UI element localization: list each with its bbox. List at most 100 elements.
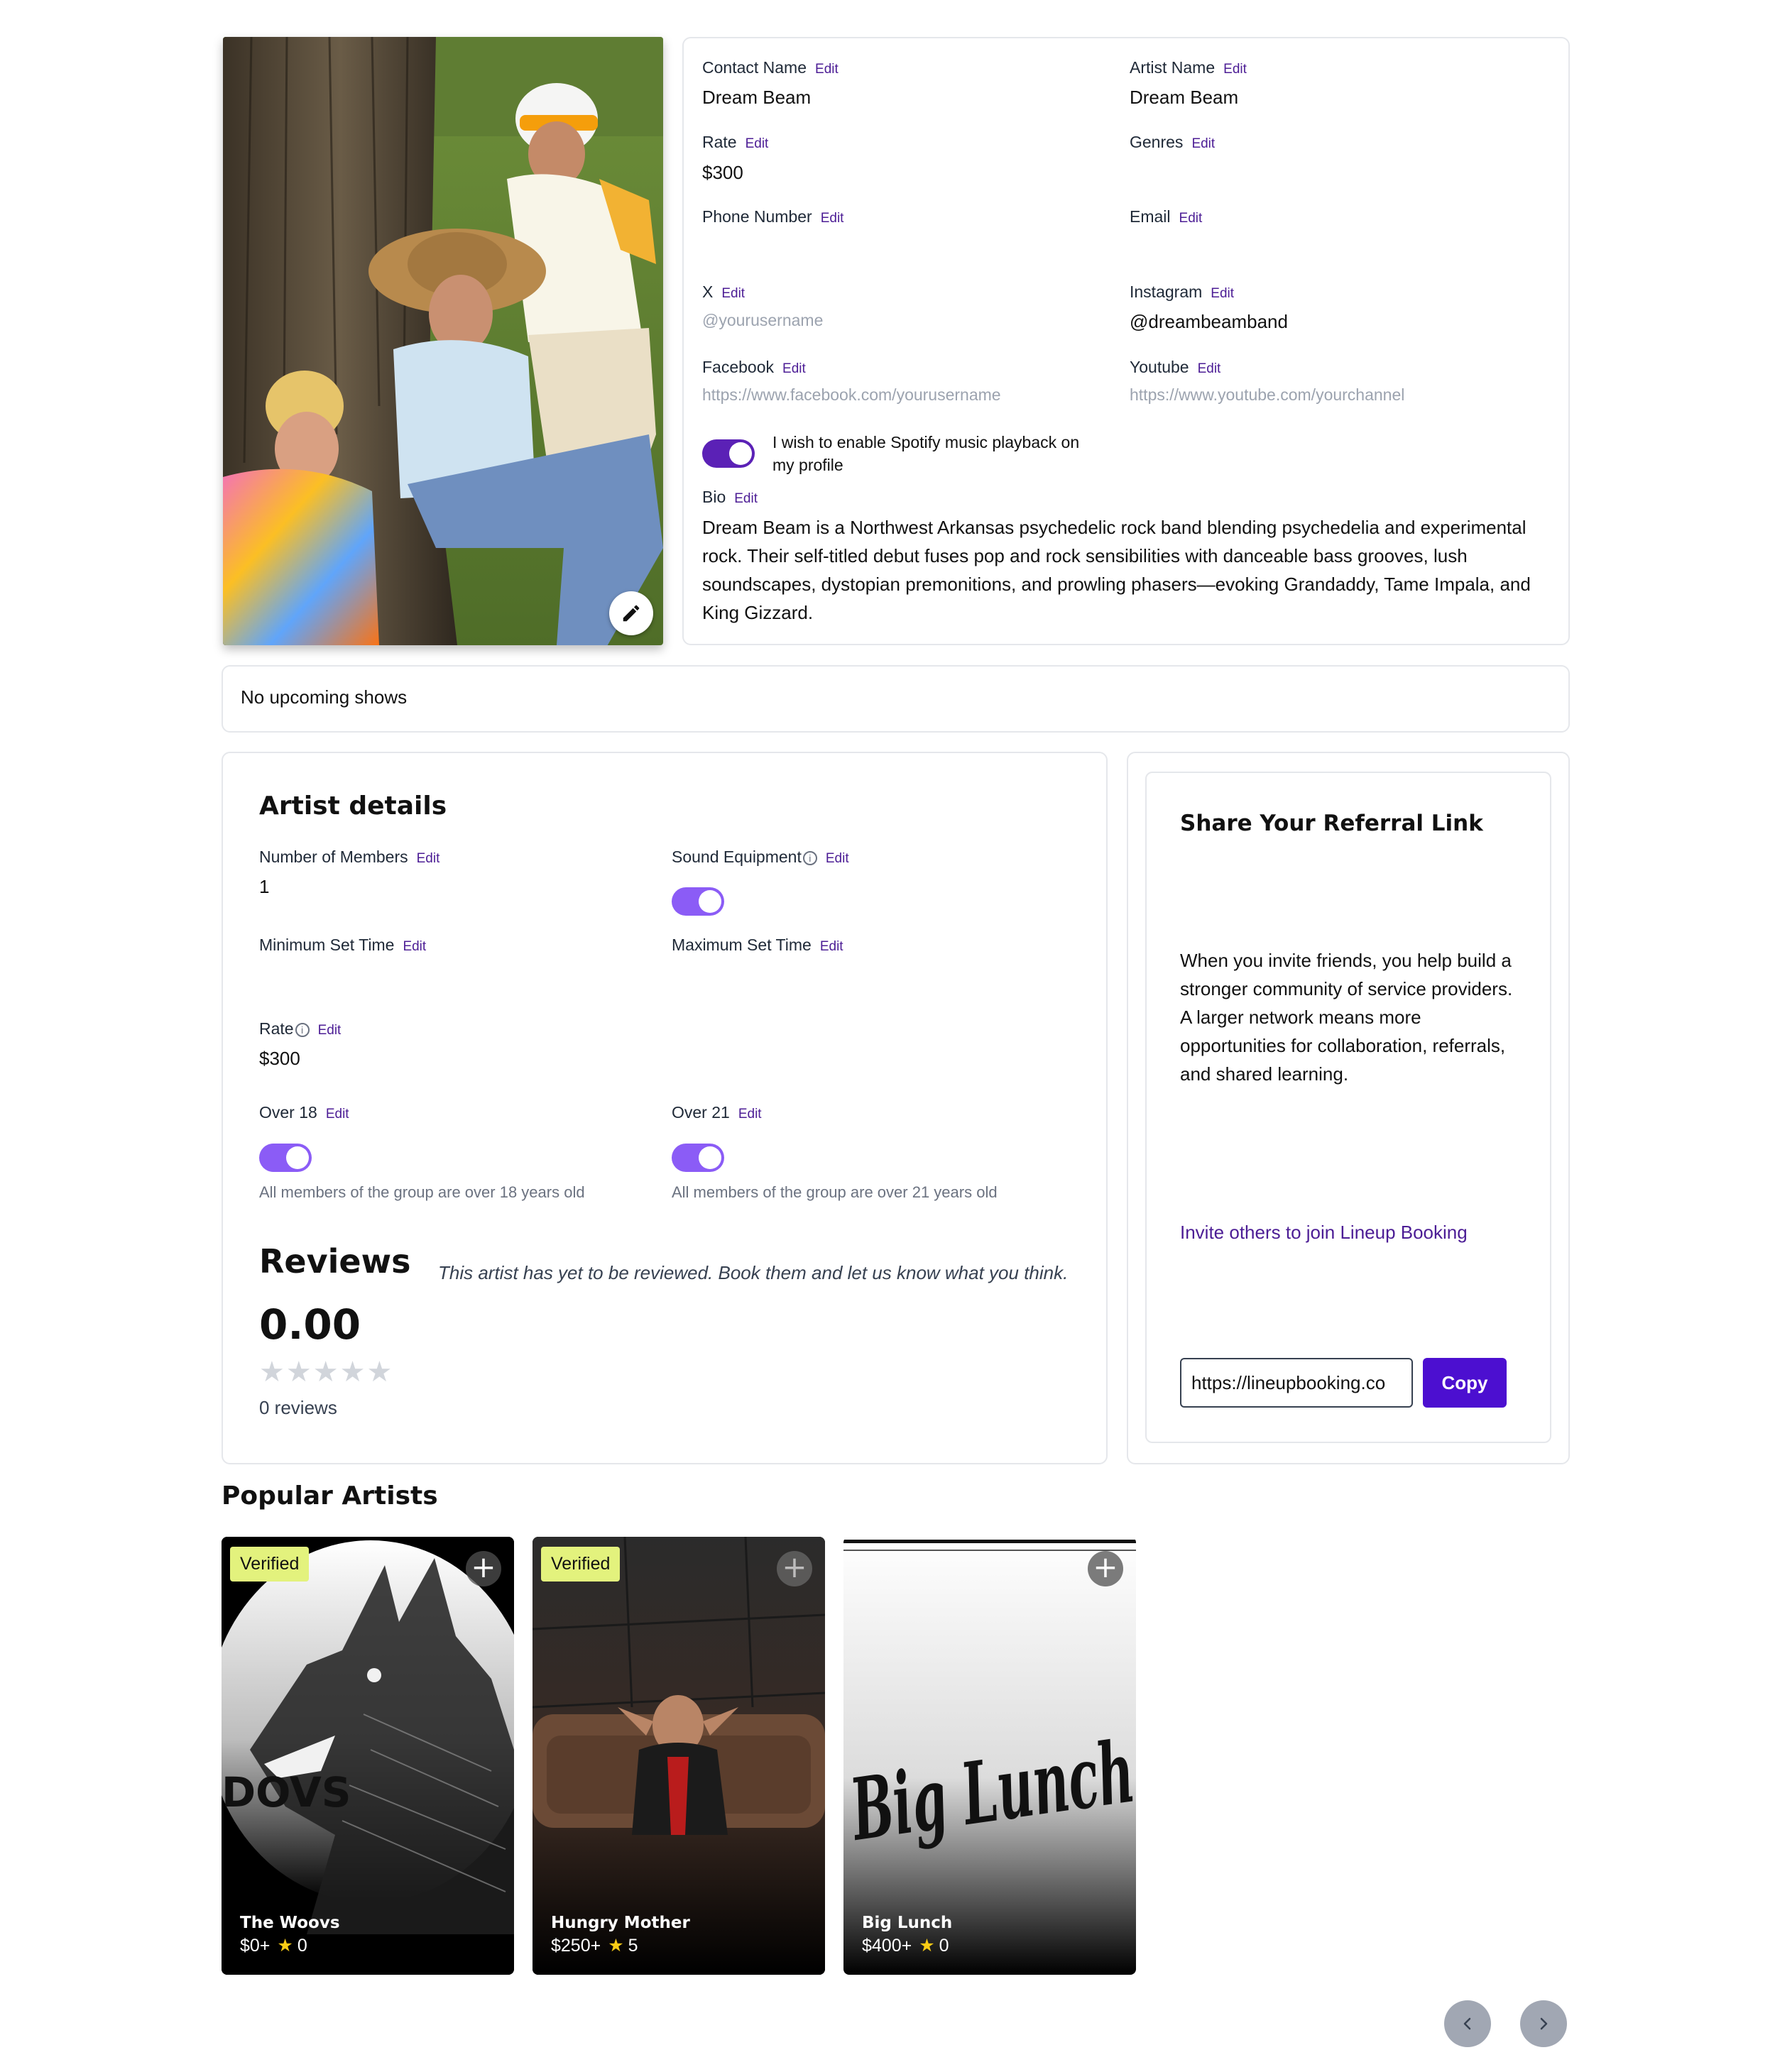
artist-rating: 0 [297,1936,307,1956]
x-placeholder: @yourusername [702,311,824,329]
instagram-value: @dreambeamband [1130,311,1288,332]
over-18-toggle[interactable] [259,1144,312,1172]
facebook-placeholder: https://www.facebook.com/yourusername [702,385,1001,404]
artist-price: $400+ [862,1936,912,1956]
reviews-count: 0 reviews [259,1397,337,1418]
edit-contact-name-link[interactable]: Edit [815,62,839,77]
artist-rating: 5 [628,1936,638,1956]
artist-image: DOVS [222,1537,514,1975]
edit-email-link[interactable]: Edit [1179,211,1203,226]
contact-name-label: Contact Name Edit [702,58,839,77]
artist-meta: $250+ ★ 5 [551,1935,638,1956]
popular-artists-title: Popular Artists [222,1481,438,1511]
star-icon: ★ [366,1356,393,1388]
facebook-label: Facebook Edit [702,358,806,376]
edit-youtube-link[interactable]: Edit [1198,361,1221,376]
artist-meta: $400+ ★ 0 [862,1935,949,1956]
artist-price: $0+ [240,1936,271,1956]
phone-label: Phone Number Edit [702,207,844,226]
referral-url-input[interactable] [1180,1358,1413,1408]
spotify-toggle-label: I wish to enable Spotify music playback … [772,433,1080,474]
edit-min-set-time-link[interactable]: Edit [403,939,426,954]
info-circle-icon[interactable]: i [295,1023,310,1037]
no-upcoming-shows-text: No upcoming shows [241,686,408,708]
contact-name-value: Dream Beam [702,87,812,108]
youtube-placeholder: https://www.youtube.com/yourchannel [1130,385,1405,404]
edit-instagram-link[interactable]: Edit [1211,286,1234,301]
star-icon: ★ [259,1356,285,1388]
carousel-prev-button[interactable] [1444,2000,1491,2047]
rate-label: Rate Edit [702,133,769,151]
artist-name: The Woovs [240,1914,340,1932]
artist-price: $250+ [551,1936,601,1956]
edit-photo-button[interactable] [609,591,653,635]
verified-badge: Verified [230,1547,310,1582]
artist-rating: 0 [939,1936,949,1956]
verified-badge: Verified [541,1547,621,1582]
info-circle-icon[interactable]: i [802,851,817,865]
spotify-playback-toggle[interactable] [702,439,755,468]
chevron-right-icon [1540,2017,1548,2030]
chevron-left-icon [1463,2017,1471,2030]
artist-card[interactable]: Verified + Hungry Mother $250+ ★ 5 [532,1537,825,1975]
carousel-next-button[interactable] [1520,2000,1567,2047]
add-artist-button[interactable]: + [777,1551,812,1586]
members-label: Number of Members Edit [259,848,440,866]
edit-over-21-link[interactable]: Edit [738,1107,762,1122]
upcoming-shows-card [222,665,1570,733]
min-set-time-label: Minimum Set Time Edit [259,936,427,954]
over-21-label: Over 21 Edit [672,1103,762,1122]
edit-genres-link[interactable]: Edit [1191,136,1215,151]
star-icon: ★ [285,1356,312,1388]
edit-phone-link[interactable]: Edit [821,211,844,226]
star-icon: ★ [919,1936,935,1956]
add-artist-button[interactable]: + [1088,1551,1123,1586]
add-artist-button[interactable]: + [466,1551,501,1586]
bio-label: Bio Edit [702,488,758,506]
genres-label: Genres Edit [1130,133,1216,151]
artist-name: Hungry Mother [551,1914,690,1932]
reviews-score: 0.00 [259,1300,361,1349]
edit-x-link[interactable]: Edit [721,286,745,301]
over-21-toggle[interactable] [672,1144,724,1172]
x-label: X Edit [702,283,746,301]
email-label: Email Edit [1130,207,1203,226]
artist-details-title: Artist details [259,791,447,821]
edit-max-set-time-link[interactable]: Edit [820,939,843,954]
edit-over-18-link[interactable]: Edit [326,1107,349,1122]
max-set-time-label: Maximum Set Time Edit [672,936,843,954]
svg-text:DOVS: DOVS [222,1768,351,1816]
artist-name: Big Lunch [862,1914,953,1932]
artist-name-value: Dream Beam [1130,87,1239,108]
over-18-note: All members of the group are over 18 yea… [259,1183,585,1201]
over-18-label: Over 18 Edit [259,1103,349,1122]
edit-artist-name-link[interactable]: Edit [1223,62,1247,77]
pencil-icon [623,605,640,622]
artist-image [532,1537,825,1975]
sound-equipment-toggle[interactable] [672,887,724,916]
members-value: 1 [259,876,270,897]
edit-members-link[interactable]: Edit [417,851,440,866]
review-stars: ★★★★★ [259,1356,393,1388]
edit-details-rate-link[interactable]: Edit [318,1023,342,1038]
sound-equipment-label: Sound Equipment i Edit [672,848,849,866]
edit-sound-equipment-link[interactable]: Edit [826,851,849,866]
copy-button[interactable]: Copy [1423,1358,1507,1408]
star-icon: ★ [312,1356,339,1388]
bio-text: Dream Beam is a Northwest Arkansas psych… [702,517,1531,623]
invite-others-link[interactable]: Invite others to join Lineup Booking [1180,1222,1468,1244]
instagram-label: Instagram Edit [1130,283,1235,301]
youtube-label: Youtube Edit [1130,358,1221,376]
artist-card[interactable]: Big Lunch + Big Lunch $400+ ★ 0 [843,1537,1136,1975]
artist-image: Big Lunch [843,1537,1136,1975]
profile-photo [223,37,663,645]
artist-card[interactable]: DOVS Verified + The Woovs $0+ ★ 0 [222,1537,514,1975]
artist-name-label: Artist Name Edit [1130,58,1247,77]
edit-facebook-link[interactable]: Edit [782,361,806,376]
edit-bio-link[interactable]: Edit [734,491,758,506]
reviews-empty-text: This artist has yet to be reviewed. Book… [438,1262,1069,1283]
referral-title: Share Your Referral Link [1180,811,1483,836]
reviews-title: Reviews [259,1242,411,1281]
band-photo [223,37,663,645]
edit-rate-link[interactable]: Edit [746,136,769,151]
